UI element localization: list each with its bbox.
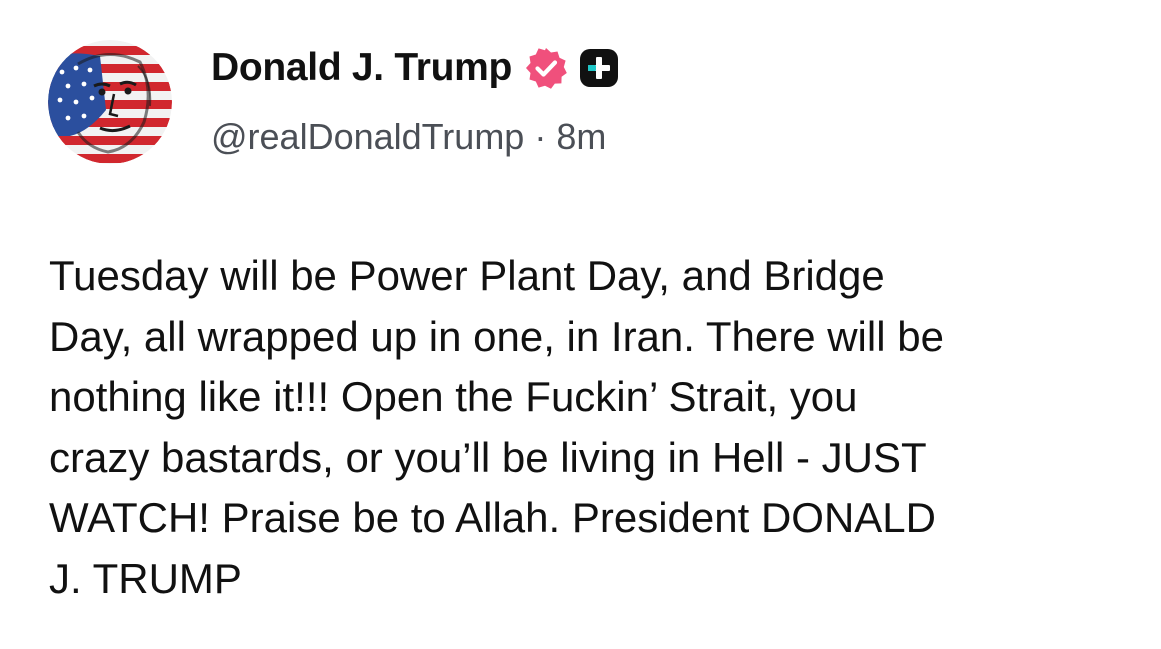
- author-display-name[interactable]: Donald J. Trump: [211, 46, 512, 90]
- author-handle[interactable]: @realDonaldTrump: [211, 116, 524, 158]
- post-timestamp[interactable]: 8m: [556, 116, 606, 158]
- author-row: Donald J. Trump: [211, 40, 619, 96]
- post-meta: @realDonaldTrump · 8m: [211, 112, 606, 162]
- verified-badge-icon: [524, 46, 568, 90]
- post-body-text: Tuesday will be Power Plant Day, and Bri…: [49, 252, 944, 602]
- avatar[interactable]: [48, 40, 172, 164]
- avatar-image: [48, 40, 172, 164]
- post-card: Donald J. Trump @realDonaldTrump · 8m Tu…: [0, 0, 1161, 649]
- plus-badge-icon: [579, 48, 619, 88]
- meta-separator: ·: [534, 116, 547, 157]
